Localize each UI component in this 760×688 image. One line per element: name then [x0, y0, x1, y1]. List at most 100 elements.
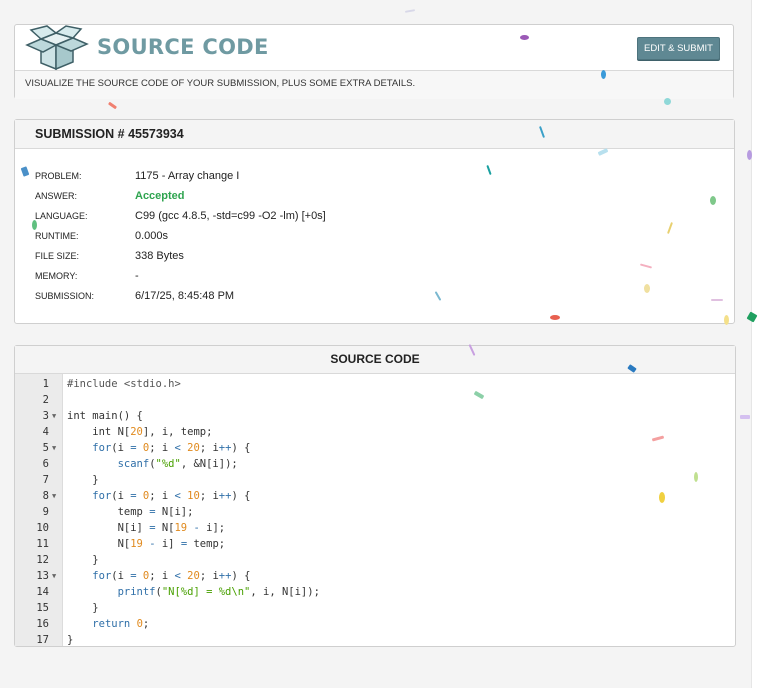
fold-arrow-icon[interactable]: ▼	[52, 568, 56, 584]
code-line: 16 return 0;	[15, 616, 735, 632]
detail-row-memory: MEMORY: -	[35, 266, 326, 286]
line-number: 13	[36, 570, 49, 582]
detail-row-problem: PROBLEM: 1175 - Array change I	[35, 166, 326, 186]
line-number: 17	[36, 634, 49, 646]
confetti	[520, 35, 529, 40]
line-number: 4	[42, 426, 49, 438]
code-text: for(i = 0; i < 20; i++) {	[92, 570, 251, 582]
confetti	[740, 415, 750, 419]
detail-label: LANGUAGE:	[35, 211, 88, 221]
open-box-icon	[25, 25, 89, 71]
confetti	[710, 196, 716, 205]
code-line: 11 N[19 - i] = temp;	[15, 536, 735, 552]
code-text: for(i = 0; i < 10; i++) {	[92, 490, 251, 502]
line-number: 9	[42, 506, 49, 518]
confetti	[664, 98, 671, 105]
detail-label: FILE SIZE:	[35, 251, 80, 261]
code-line: 14 printf("N[%d] = %d\n", i, N[i]);	[15, 584, 735, 600]
confetti	[32, 220, 37, 230]
code-line: 2	[15, 392, 735, 408]
line-number: 12	[36, 554, 49, 566]
code-text: }	[67, 602, 99, 614]
detail-label: RUNTIME:	[35, 231, 79, 241]
header-bar: SOURCE CODE EDIT & SUBMIT	[15, 25, 733, 71]
detail-row-submission: SUBMISSION: 6/17/25, 8:45:48 PM	[35, 286, 326, 306]
code-line: 8 ▼ for(i = 0; i < 10; i++) {	[15, 488, 735, 504]
fold-arrow-icon[interactable]: ▼	[52, 488, 56, 504]
confetti	[659, 492, 665, 503]
code-line: 13 ▼ for(i = 0; i < 20; i++) {	[15, 568, 735, 584]
line-number: 7	[42, 474, 49, 486]
page-subtitle: VISUALIZE THE SOURCE CODE OF YOUR SUBMIS…	[15, 71, 733, 99]
detail-value-submission-time: 6/17/25, 8:45:48 PM	[135, 290, 235, 302]
code-text: printf("N[%d] = %d\n", i, N[i]);	[117, 586, 320, 598]
code-line: 7 }	[15, 472, 735, 488]
code-line: 10 N[i] = N[19 - i];	[15, 520, 735, 536]
confetti	[601, 70, 606, 79]
submission-card: SUBMISSION # 45573934 PROBLEM: 1175 - Ar…	[14, 119, 735, 324]
line-number: 1	[42, 378, 49, 390]
line-number: 14	[36, 586, 49, 598]
confetti	[550, 315, 560, 320]
scroll-area	[752, 0, 760, 688]
fold-arrow-icon[interactable]: ▼	[52, 408, 56, 424]
line-number: 10	[36, 522, 49, 534]
code-text: }	[67, 634, 74, 646]
detail-label: PROBLEM:	[35, 171, 82, 181]
code-text: temp = N[i];	[67, 506, 194, 518]
detail-value-language: C99 (gcc 4.8.5, -std=c99 -O2 -lm) [+0s]	[135, 210, 326, 222]
detail-label: SUBMISSION:	[35, 291, 95, 301]
source-code-card: SOURCE CODE 1 #include <stdio.h> 2 3 ▼ int ma…	[14, 345, 736, 647]
code-line: 1 #include <stdio.h>	[15, 376, 735, 392]
status-badge: Accepted	[135, 190, 185, 202]
code-line: 9 temp = N[i];	[15, 504, 735, 520]
line-number: 5	[42, 442, 49, 454]
code-line: 17}	[15, 632, 735, 648]
detail-row-language: LANGUAGE: C99 (gcc 4.8.5, -std=c99 -O2 -…	[35, 206, 326, 226]
code-text: scanf("%d", &N[i]);	[117, 458, 238, 470]
detail-label: ANSWER:	[35, 191, 78, 201]
detail-value-runtime: 0.000s	[135, 230, 169, 242]
confetti	[747, 150, 752, 160]
line-number: 16	[36, 618, 49, 630]
code-line: 4 int N[20], i, temp;	[15, 424, 735, 440]
edit-submit-button[interactable]: EDIT & SUBMIT	[637, 37, 720, 60]
code-text: }	[67, 554, 99, 566]
code-text: #include <stdio.h>	[67, 378, 181, 390]
submission-heading: SUBMISSION # 45573934	[15, 120, 734, 149]
line-number: 15	[36, 602, 49, 614]
detail-row-runtime: RUNTIME: 0.000s	[35, 226, 326, 246]
detail-value-file-size: 338 Bytes	[135, 250, 184, 262]
line-number: 2	[42, 394, 49, 406]
header-card: SOURCE CODE EDIT & SUBMIT VISUALIZE THE …	[14, 24, 734, 99]
detail-label: MEMORY:	[35, 271, 78, 281]
confetti	[644, 284, 650, 293]
code-line: 5 ▼ for(i = 0; i < 20; i++) {	[15, 440, 735, 456]
line-number: 3	[42, 410, 49, 422]
code-text: return 0;	[92, 618, 150, 630]
code-text: N[19 - i] = temp;	[67, 538, 226, 550]
submission-details: PROBLEM: 1175 - Array change I ANSWER: A…	[35, 166, 326, 306]
code-text: for(i = 0; i < 20; i++) {	[92, 442, 251, 454]
line-number: 11	[36, 538, 49, 550]
code-line: 3 ▼ int main() {	[15, 408, 735, 424]
source-code-heading: SOURCE CODE	[15, 346, 735, 374]
detail-value-problem[interactable]: 1175 - Array change I	[135, 170, 239, 182]
code-line: 6 scanf("%d", &N[i]);	[15, 456, 735, 472]
code-text: int N[20], i, temp;	[67, 426, 213, 438]
fold-arrow-icon[interactable]: ▼	[52, 440, 56, 456]
code-text: int main() {	[67, 410, 143, 422]
line-number: 6	[42, 458, 49, 470]
code-line: 12 }	[15, 552, 735, 568]
confetti	[694, 472, 698, 482]
confetti	[724, 315, 729, 325]
confetti	[711, 299, 723, 301]
code-editor[interactable]: 1 #include <stdio.h> 2 3 ▼ int main() {4 int …	[15, 374, 735, 646]
page-title: SOURCE CODE	[97, 35, 269, 59]
detail-value-memory: -	[135, 270, 139, 282]
code-text: N[i] = N[19 - i];	[67, 522, 226, 534]
code-line: 15 }	[15, 600, 735, 616]
code-text: }	[67, 474, 99, 486]
detail-row-file-size: FILE SIZE: 338 Bytes	[35, 246, 326, 266]
line-number: 8	[42, 490, 49, 502]
